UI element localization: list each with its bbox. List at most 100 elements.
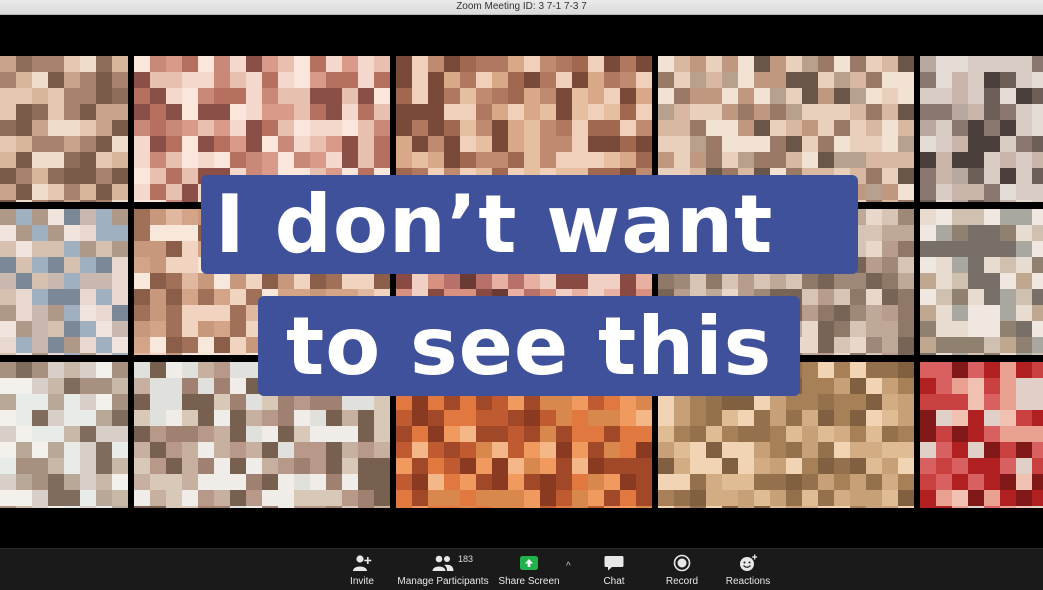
mosaic-block [834, 362, 850, 378]
mosaic-block [182, 56, 198, 72]
participant-video-tile[interactable] [0, 56, 128, 202]
mosaic-block [278, 410, 294, 426]
mosaic-block [342, 72, 358, 88]
mosaic-block [588, 273, 604, 289]
mosaic-block [460, 273, 476, 289]
overlay-text-line-2: to see this [258, 296, 800, 396]
mosaic-block [182, 72, 198, 88]
mosaic-block [294, 152, 310, 168]
mosaic-block [214, 378, 230, 394]
overlay-text-line-1: I don’t want [201, 175, 858, 274]
mosaic-block [540, 136, 556, 152]
mosaic-block [850, 136, 866, 152]
mosaic-block [150, 184, 166, 200]
mosaic-block [80, 273, 96, 289]
record-button[interactable]: Record [660, 549, 704, 590]
mosaic-block [48, 104, 64, 120]
mosaic-block [80, 72, 96, 88]
mosaic-block [150, 506, 166, 508]
mosaic-block [952, 257, 968, 273]
mosaic-block [572, 458, 588, 474]
mosaic-block [262, 104, 278, 120]
mosaic-block [246, 72, 262, 88]
mosaic-block [0, 321, 16, 337]
mosaic-block [936, 184, 952, 200]
mosaic-block [604, 506, 620, 508]
mosaic-block [508, 72, 524, 88]
mosaic-block [866, 152, 882, 168]
mosaic-block [492, 426, 508, 442]
mosaic-block [690, 474, 706, 490]
mosaic-block [476, 474, 492, 490]
mosaic-block [112, 506, 128, 508]
mosaic-block [396, 273, 412, 289]
mosaic-block [80, 184, 96, 200]
participant-video-tile[interactable] [0, 209, 128, 355]
mosaic-block [1000, 305, 1016, 321]
mosaic-block [294, 442, 310, 458]
mosaic-block [604, 104, 620, 120]
invite-button[interactable]: Invite [342, 549, 382, 590]
mosaic-block [968, 442, 984, 458]
mosaic-block [32, 353, 48, 355]
mosaic-block [396, 394, 412, 410]
mosaic-block [620, 104, 636, 120]
mosaic-block [358, 72, 374, 88]
mosaic-block [342, 458, 358, 474]
mosaic-block [936, 200, 952, 202]
mosaic-block [278, 442, 294, 458]
mosaic-block [620, 490, 636, 506]
mosaic-block [882, 426, 898, 442]
mosaic-block [620, 136, 636, 152]
mosaic-block [738, 410, 754, 426]
mosaic-block [214, 474, 230, 490]
mosaic-block [32, 337, 48, 353]
chat-button[interactable]: Chat [594, 549, 634, 590]
mosaic-block [198, 474, 214, 490]
mosaic-block [754, 426, 770, 442]
mosaic-block [112, 378, 128, 394]
mosaic-block [262, 88, 278, 104]
mosaic-block [882, 458, 898, 474]
mosaic-block [674, 394, 690, 410]
mosaic-block [984, 305, 1000, 321]
mosaic-block [0, 120, 16, 136]
mosaic-block [230, 88, 246, 104]
participant-video-tile[interactable] [920, 56, 1043, 202]
mosaic-block [1016, 410, 1032, 426]
mosaic-block [690, 410, 706, 426]
share-screen-button[interactable]: Share Screen [497, 549, 561, 590]
mosaic-block [214, 458, 230, 474]
mosaic-block [690, 152, 706, 168]
mosaic-block [166, 410, 182, 426]
mosaic-block [214, 104, 230, 120]
mosaic-block [540, 506, 556, 508]
mosaic-block [32, 257, 48, 273]
mosaic-block [604, 152, 620, 168]
mosaic-block [620, 88, 636, 104]
mosaic-block [952, 410, 968, 426]
mosaic-block [246, 152, 262, 168]
mosaic-block [882, 104, 898, 120]
mosaic-block [1032, 200, 1043, 202]
mosaic-block [214, 321, 230, 337]
mosaic-block [326, 506, 342, 508]
mosaic-block [230, 378, 246, 394]
mosaic-block [16, 362, 32, 378]
mosaic-block [112, 200, 128, 202]
mosaic-block [150, 337, 166, 353]
mosaic-block [1016, 305, 1032, 321]
mosaic-block [920, 136, 936, 152]
mosaic-block [134, 120, 150, 136]
mosaic-block [166, 200, 182, 202]
participant-video-tile[interactable] [920, 362, 1043, 508]
manage-participants-button[interactable]: 183 Manage Participants [396, 549, 490, 590]
mosaic-block [278, 474, 294, 490]
share-options-chevron-up-icon[interactable]: ^ [566, 561, 571, 572]
mosaic-block [572, 136, 588, 152]
participant-video-tile[interactable] [0, 362, 128, 508]
mosaic-block [968, 337, 984, 353]
mosaic-block [866, 241, 882, 257]
participant-video-tile[interactable] [920, 209, 1043, 355]
reactions-button[interactable]: Reactions [722, 549, 774, 590]
